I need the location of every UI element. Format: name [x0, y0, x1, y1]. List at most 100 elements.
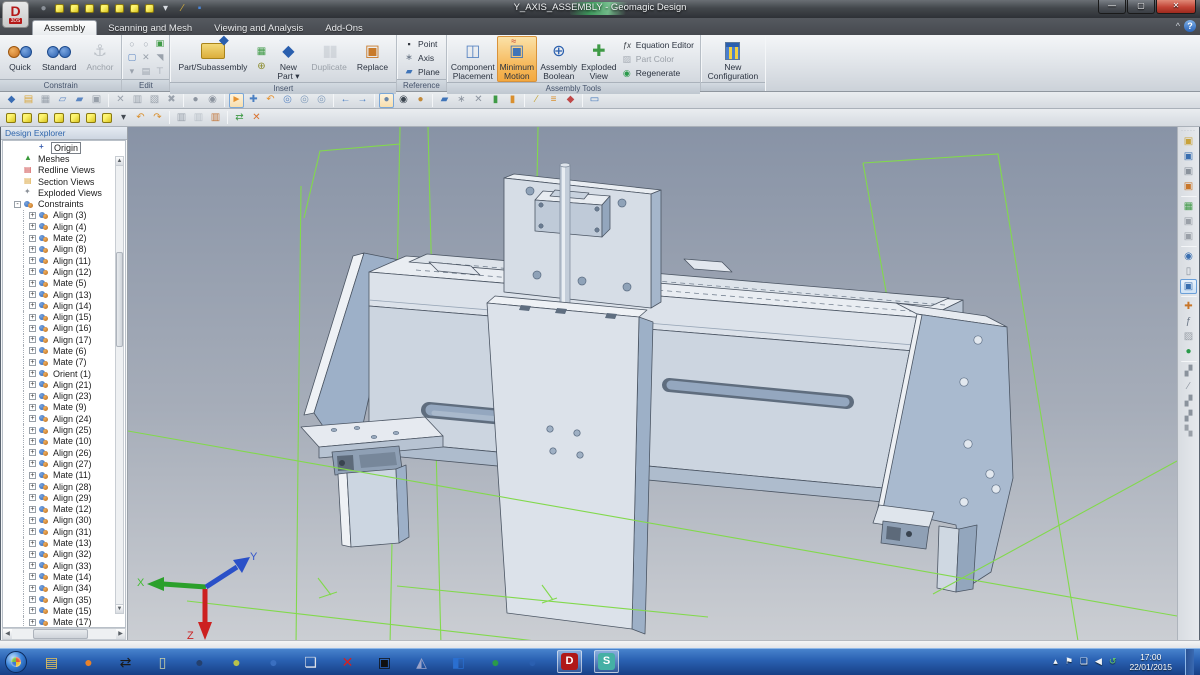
tree-expander[interactable]: + — [29, 596, 36, 603]
tree-item[interactable]: + Align (32) — [3, 549, 125, 560]
tree-item[interactable]: Redline Views — [3, 165, 125, 176]
tree-item[interactable]: + Mate (2) — [3, 232, 125, 243]
tree-item[interactable]: + Align (28) — [3, 481, 125, 492]
tree-expander[interactable]: + — [29, 381, 36, 388]
view-right-icon[interactable] — [70, 113, 80, 123]
tree-item[interactable]: + Align (13) — [3, 289, 125, 300]
tree-expander[interactable]: + — [29, 268, 36, 275]
measure-icon[interactable]: ∕ — [529, 93, 544, 108]
close-button[interactable]: ✕ — [1156, 0, 1196, 14]
taskbar-clock[interactable]: 17:00 22/01/2015 — [1123, 652, 1178, 672]
taskbar-green-app[interactable]: ● — [483, 650, 508, 673]
dock-new-part-icon[interactable]: ▣ — [1180, 149, 1197, 164]
plane-button[interactable]: ▰ Plane — [403, 65, 440, 78]
print-icon[interactable]: ▣ — [89, 93, 104, 108]
tree-item[interactable]: + Align (16) — [3, 323, 125, 334]
tree-item[interactable]: + Mate (6) — [3, 345, 125, 356]
axis-button[interactable]: ∗ Axis — [403, 51, 440, 64]
taskbar-explorer[interactable]: ▤ — [39, 650, 64, 673]
tree-horizontal-scrollbar[interactable]: ◀ ▶ — [2, 628, 126, 640]
show-desktop-button[interactable] — [1185, 648, 1194, 675]
print-preview-icon[interactable]: ▱ — [55, 93, 70, 108]
rotate-right-icon[interactable]: ↷ — [150, 110, 165, 125]
save-icon[interactable]: ▦ — [38, 93, 53, 108]
dock-component-placement-icon[interactable]: ▯ — [1180, 264, 1197, 279]
tray-caret-icon[interactable]: ▴ — [1053, 656, 1058, 667]
sync-icon[interactable]: ⇄ — [232, 110, 247, 125]
anchor-button[interactable]: ⚓ Anchor — [83, 36, 118, 79]
tab-scanning-and-mesh[interactable]: Scanning and Mesh — [97, 21, 203, 35]
tab-add-ons[interactable]: Add-Ons — [314, 21, 374, 35]
toolbar-icon[interactable] — [224, 94, 225, 107]
taskbar-openoffice[interactable]: ● — [520, 650, 545, 673]
tree-expander[interactable]: + — [29, 472, 36, 479]
balance-icon[interactable]: ≡ — [546, 93, 561, 108]
taskbar-skype[interactable]: S — [594, 650, 619, 673]
annotation-icon[interactable]: ◆ — [563, 93, 578, 108]
tree-expander[interactable]: + — [29, 280, 36, 287]
tree-expander[interactable]: + — [29, 347, 36, 354]
duplicate-button[interactable]: ▮▮ Duplicate — [307, 36, 350, 82]
part-subassembly-button[interactable]: Part/Subassembly — [174, 36, 251, 82]
view-dropdown-icon[interactable]: ▾ — [116, 110, 131, 125]
taskbar-documents[interactable]: ❏ — [298, 650, 323, 673]
tree-expander[interactable]: + — [29, 235, 36, 242]
exploded-view-button[interactable]: ✚ Exploded View — [581, 36, 617, 82]
minimize-button[interactable]: — — [1098, 0, 1126, 14]
workplane-icon[interactable]: ▰ — [437, 93, 452, 108]
taskbar-draftsight[interactable]: ◭ — [409, 650, 434, 673]
page-setup-icon[interactable]: ▰ — [72, 93, 87, 108]
taskbar-phone[interactable]: ▯ — [150, 650, 175, 673]
taskbar-modeler[interactable]: ● — [224, 650, 249, 673]
tree-expander[interactable] — [14, 189, 21, 196]
edit-tool-ok-icon[interactable]: ▣ — [153, 37, 166, 50]
tree-item[interactable]: + Align (8) — [3, 244, 125, 255]
next-view-icon[interactable]: → — [355, 93, 370, 108]
tree-expander[interactable]: + — [29, 359, 36, 366]
part-color-button[interactable]: ▨ Part Color — [621, 53, 694, 66]
tree-item[interactable]: - Constraints — [3, 198, 125, 209]
gear-icon[interactable]: ⊕ — [254, 60, 268, 73]
tree-expander[interactable]: + — [29, 291, 36, 298]
open-icon[interactable]: ▤ — [21, 93, 36, 108]
tree-item[interactable]: + Align (24) — [3, 413, 125, 424]
tree-item[interactable]: + Mate (12) — [3, 504, 125, 515]
tree-expander[interactable]: + — [29, 223, 36, 230]
tree-item[interactable]: + Align (17) — [3, 334, 125, 345]
view-front-icon[interactable] — [22, 113, 32, 123]
view-back-icon[interactable] — [38, 113, 48, 123]
tree-item[interactable]: + Align (15) — [3, 311, 125, 322]
taskbar-globe[interactable]: ● — [187, 650, 212, 673]
mouse-mode-icon[interactable]: ▥ — [174, 110, 189, 125]
stop-icon[interactable]: ✕ — [249, 110, 264, 125]
grid-icon[interactable]: ✕ — [471, 93, 486, 108]
tree-expander[interactable] — [14, 155, 21, 162]
view-iso-icon[interactable] — [6, 113, 16, 123]
pattern-icon[interactable]: ▦ — [254, 45, 268, 58]
tree-item[interactable]: + Orient (1) — [3, 368, 125, 379]
edit-tool-circle-icon[interactable]: ○ — [125, 37, 138, 50]
scroll-thumb[interactable] — [33, 629, 88, 639]
shaded-mode-icon[interactable]: ● — [413, 93, 428, 108]
tree-item[interactable]: + Mate (5) — [3, 278, 125, 289]
new-document-icon[interactable]: ◆ — [4, 93, 19, 108]
view-left-icon[interactable] — [54, 113, 64, 123]
new-configuration-button[interactable]: New Configuration — [705, 36, 761, 82]
scroll-right-icon[interactable]: ▶ — [116, 629, 125, 639]
scroll-left-icon[interactable]: ◀ — [3, 629, 12, 639]
render-mode-icon[interactable]: ● — [379, 93, 394, 108]
toolbar-icon[interactable] — [524, 94, 525, 107]
tree-item[interactable]: + Align (3) — [3, 210, 125, 221]
dock-replace-icon[interactable]: ▣ — [1180, 179, 1197, 194]
view-top-icon[interactable] — [86, 113, 96, 123]
tree-expander[interactable]: + — [29, 449, 36, 456]
tree-item[interactable]: + Align (14) — [3, 300, 125, 311]
tree-expander[interactable]: + — [29, 438, 36, 445]
component-placement-button[interactable]: ◫ Component Placement — [451, 36, 495, 82]
minimum-motion-button[interactable]: ▣≈ Minimum Motion — [497, 36, 537, 82]
tree-item[interactable]: + Align (12) — [3, 266, 125, 277]
tree-expander[interactable] — [27, 144, 34, 151]
edit-tool-delete-icon[interactable]: ✕ — [139, 51, 152, 64]
dock-boolean-icon[interactable]: ▣ — [1180, 229, 1197, 244]
dock-mirror-icon[interactable]: ▣ — [1180, 214, 1197, 229]
